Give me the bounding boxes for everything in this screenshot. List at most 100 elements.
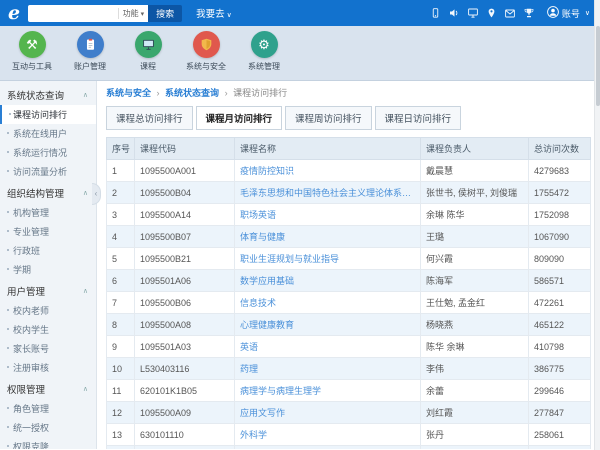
course-leader: 李伟 [421,358,529,380]
chevron-down-icon: ∨ [585,9,590,17]
trophy-icon[interactable] [524,8,534,18]
window-scrollbar[interactable] [594,0,600,450]
course-name[interactable]: 数学应用基础 [235,270,421,292]
course-leader: 张瑞彬, 李素君, 覃瑾燕, 汤艳, 叶凤 [421,446,529,450]
course-name[interactable]: 职场英语 [235,204,421,226]
visit-count: 1067090 [529,226,591,248]
course-code: 1095500A14 [135,204,235,226]
breadcrumb-link-status-query[interactable]: 系统状态查询 [165,88,219,98]
quick-nav-dropdown[interactable]: 我要去∨ [196,6,232,20]
course-name[interactable]: 应用文写作 [235,402,421,424]
scrollbar-thumb[interactable] [596,26,600,106]
sidebar-item[interactable]: 专业管理 [0,222,96,241]
toolbar-item-label: 系统管理 [248,61,280,72]
sidebar-item[interactable]: 统一授权 [0,418,96,437]
visit-count: 258061 [529,424,591,446]
course-name[interactable]: 职业生涯规划与就业指导 [235,248,421,270]
course-leader: 张世书, 侯树平, 刘俊瑞 [421,182,529,204]
search-input[interactable] [28,8,117,18]
tab[interactable]: 课程周访问排行 [285,106,372,130]
visit-count: 250254 [529,446,591,450]
visit-count: 586571 [529,270,591,292]
toolbar-item[interactable]: 账户管理 [66,31,114,80]
row-index: 8 [107,314,135,336]
course-code: 1095500A001 [135,160,235,182]
visit-count: 299646 [529,380,591,402]
course-name[interactable]: 病理学与病理生理学 [235,380,421,402]
sidebar-item[interactable]: 权限克隆 [0,437,96,449]
sound-icon[interactable] [449,8,459,18]
tab[interactable]: 课程总访问排行 [106,106,193,130]
course-leader: 刘红霞 [421,402,529,424]
course-leader: 杨晓燕 [421,314,529,336]
course-name[interactable]: 药理 [235,358,421,380]
sidebar-item[interactable]: 访问流量分析 [0,162,96,181]
course-leader: 何兴霞 [421,248,529,270]
sidebar-nav: 系统状态查询∧课程访问排行系统在线用户系统运行情况访问流量分析组织结构管理∧机构… [0,81,97,449]
table-row: 121095500A09应用文写作刘红霞277847 [107,402,591,424]
course-code: 630101110 [135,424,235,446]
toolbar-item[interactable]: 系统与安全 [182,31,230,80]
course-name[interactable]: 英语 [235,336,421,358]
mobile-icon[interactable] [431,8,440,18]
course-name[interactable]: 诊断学 [235,446,421,450]
sidebar-item[interactable]: 系统运行情况 [0,143,96,162]
course-code: 6200011B08 [135,446,235,450]
search-category-select[interactable]: 功能▾ [118,8,149,19]
row-index: 5 [107,248,135,270]
account-menu[interactable]: 账号 ∨ [547,6,590,20]
toolbar-item[interactable]: 课程 [124,31,172,80]
row-index: 7 [107,292,135,314]
mail-icon[interactable] [505,9,515,18]
course-name[interactable]: 毛泽东思想和中国特色社会主义理论体系概论 [235,182,421,204]
toolbar-item[interactable]: ⚙系统管理 [240,31,288,80]
toolbar-item-label: 互动与工具 [12,61,52,72]
sidebar-item[interactable]: 角色管理 [0,399,96,418]
search-button[interactable]: 搜索 [148,5,182,22]
toolbar-item[interactable]: ⚒互动与工具 [8,31,56,80]
breadcrumb-link-security[interactable]: 系统与安全 [106,88,151,98]
sidebar-item[interactable]: 行政班 [0,241,96,260]
search-box: 功能▾ [28,5,148,22]
course-name[interactable]: 心理健康教育 [235,314,421,336]
app-logo[interactable]: e [8,4,20,23]
topbar: e 功能▾ 搜索 我要去∨ 账号 ∨ [0,0,600,26]
course-name[interactable]: 疫情防控知识 [235,160,421,182]
sidebar-item[interactable]: 机构管理 [0,203,96,222]
sidebar-section-title[interactable]: 权限管理∧ [0,377,96,399]
course-name[interactable]: 体育与健康 [235,226,421,248]
sidebar-item[interactable]: 校内老师 [0,301,96,320]
collapse-up-icon: ∧ [83,287,88,295]
table-row: 31095500A14职场英语余琳 陈华1752098 [107,204,591,226]
sidebar-item[interactable]: 系统在线用户 [0,124,96,143]
tab[interactable]: 课程月访问排行 [196,106,283,130]
visit-count: 465122 [529,314,591,336]
row-index: 10 [107,358,135,380]
table-row: 11620101K1B05病理学与病理生理学余蕾299646 [107,380,591,402]
sidebar-item[interactable]: 校内学生 [0,320,96,339]
course-name[interactable]: 信息技术 [235,292,421,314]
col-header-visit-count: 总访问次数 [529,138,591,160]
visit-count: 277847 [529,402,591,424]
sidebar-item[interactable]: 学期 [0,260,96,279]
visit-count: 1752098 [529,204,591,226]
sidebar-item[interactable]: 家长账号 [0,339,96,358]
sidebar-section-title[interactable]: 系统状态查询∧ [0,83,96,105]
sidebar-item[interactable]: 注册审核 [0,358,96,377]
tab[interactable]: 课程日访问排行 [375,106,462,130]
course-code: 1095500B06 [135,292,235,314]
course-name[interactable]: 外科学 [235,424,421,446]
topbar-status-area: 账号 ∨ [431,6,590,20]
monitor-icon[interactable] [468,8,478,18]
row-index: 3 [107,204,135,226]
table-row: 81095500A08心理健康教育杨晓燕465122 [107,314,591,336]
breadcrumb-separator: › [157,88,160,98]
course-leader: 戴晨慧 [421,160,529,182]
table-row: 11095500A001疫情防控知识戴晨慧4279683 [107,160,591,182]
sidebar-section-title[interactable]: 组织结构管理∧ [0,181,96,203]
sidebar-item[interactable]: 课程访问排行 [0,105,96,124]
location-icon[interactable] [487,8,496,18]
content-area: 系统与安全 › 系统状态查询 › 课程访问排行 课程总访问排行课程月访问排行课程… [97,81,600,449]
sidebar-section-title[interactable]: 用户管理∧ [0,279,96,301]
col-header-course-code: 课程代码 [135,138,235,160]
